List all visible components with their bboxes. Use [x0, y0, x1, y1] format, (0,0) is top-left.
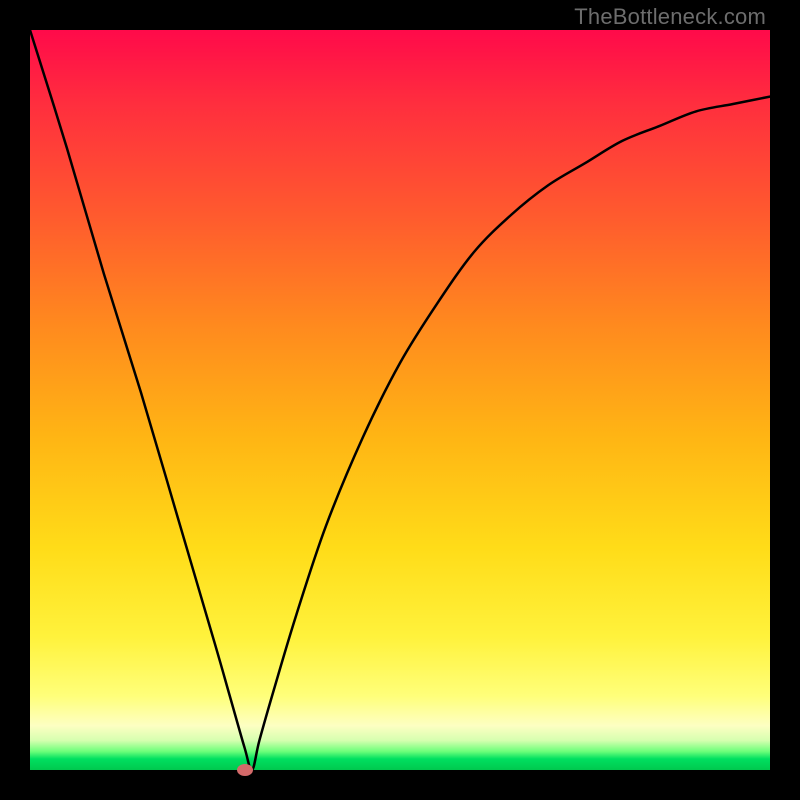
- watermark-text: TheBottleneck.com: [574, 4, 766, 30]
- chart-frame: TheBottleneck.com: [0, 0, 800, 800]
- optimal-point-marker: [237, 764, 253, 776]
- bottleneck-curve: [30, 30, 770, 770]
- plot-area: [30, 30, 770, 770]
